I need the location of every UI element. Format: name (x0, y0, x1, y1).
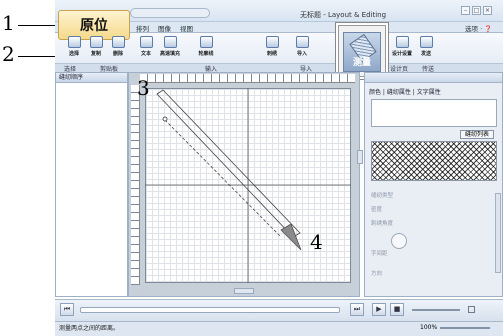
speed-slider[interactable] (412, 309, 460, 311)
measure-label: 测量 (352, 58, 371, 68)
ribbon-group-bar (55, 63, 503, 72)
select-tool[interactable]: 选择 (64, 36, 84, 60)
properties-panel: 颜色 | 缝纫属性 | 文字属性 缝纫列表 缝纫类型 密度 刺绣角度 字间距 方… (364, 72, 503, 297)
text-tool[interactable]: 文本 (136, 36, 156, 60)
stitch-slider[interactable] (80, 307, 340, 313)
vertical-ruler (131, 85, 140, 285)
stop-button[interactable]: ■ (390, 303, 404, 316)
copy-label: 复制 (90, 51, 101, 57)
send-tool[interactable]: 发送 (416, 36, 436, 60)
embroidery-label: 刺绣 (266, 51, 277, 57)
send-icon (419, 36, 433, 48)
tab-text-attributes[interactable]: 文字属性 (417, 89, 441, 96)
measure-arrow-head (280, 223, 302, 251)
property-angle: 刺绣角度 (371, 221, 394, 227)
import-label: 导入 (296, 51, 307, 57)
tab-sewing-attributes[interactable]: 缝纫属性 (387, 89, 411, 96)
fill-tool[interactable]: 高速填充 (160, 36, 180, 60)
outline-tool[interactable]: 轮廓线 (196, 36, 216, 60)
canvas-horizontal-scrollbar[interactable] (234, 288, 254, 294)
design-settings-tool[interactable]: 设计设置 (392, 36, 412, 60)
measure-band (156, 89, 301, 238)
design-settings-label: 设计设置 (392, 51, 413, 57)
options-link[interactable]: 选项 · ❓ (465, 23, 492, 33)
text-label: 文本 (140, 51, 151, 57)
outline-label: 轮廓线 (198, 51, 214, 57)
sewing-order-panel: 缝纫顺序 (55, 72, 128, 297)
horizontal-ruler (140, 74, 355, 83)
stitch-list-button[interactable]: 缝纫列表 (460, 130, 494, 139)
zoom-level: 100% (420, 324, 438, 331)
font-preview-box (371, 99, 497, 127)
measure-start-point[interactable] (162, 116, 168, 122)
copy-tool[interactable]: 复制 (86, 36, 106, 60)
sewing-order-title: 缝纫顺序 (56, 73, 127, 83)
delete-label: 删除 (112, 51, 123, 57)
measure-button[interactable]: 测量 (338, 25, 386, 77)
angle-dial[interactable] (391, 233, 407, 249)
fill-label: 高速填充 (160, 51, 181, 57)
minimize-button[interactable]: – (461, 6, 470, 15)
maximize-button[interactable]: □ (472, 6, 481, 15)
property-density: 密度 (371, 207, 383, 213)
tab-image[interactable]: 图像 (158, 23, 171, 33)
delete-tool[interactable]: 删除 (108, 36, 128, 60)
status-text: 测量两点之间的距离。 (59, 325, 120, 332)
outline-icon (199, 36, 213, 48)
property-direction: 方向 (371, 271, 383, 277)
stitch-pattern-preview (371, 141, 497, 181)
import-icon (295, 36, 309, 48)
step-end-button[interactable]: ⏭ (350, 303, 364, 316)
rewind-button[interactable]: ⏮ (60, 303, 74, 316)
canvas-vertical-scrollbar[interactable] (357, 150, 363, 164)
zoom-slider[interactable] (440, 327, 490, 329)
measure-dashed-line (164, 119, 281, 237)
tab-color[interactable]: 颜色 (369, 89, 381, 96)
design-settings-icon (395, 36, 409, 48)
properties-tabs[interactable]: 颜色 | 缝纫属性 | 文字属性 (369, 87, 441, 96)
play-button[interactable]: ▶ (372, 303, 386, 316)
delete-icon (111, 36, 125, 48)
tab-arrange[interactable]: 排列 (136, 23, 149, 33)
callout-4: 4 (310, 230, 323, 254)
import-tool[interactable]: 导入 (292, 36, 312, 60)
text-icon (139, 36, 153, 48)
close-button[interactable]: × (483, 6, 492, 15)
send-label: 发送 (420, 51, 431, 57)
copy-icon (89, 36, 103, 48)
window-title: 无标题 - Layout & Editing (300, 11, 387, 19)
measure-button-face: 测量 (343, 32, 381, 72)
embroidery-tool[interactable]: 刺绣 (262, 36, 282, 60)
callout-3: 3 (137, 76, 150, 100)
callout-2: 2 (2, 42, 15, 66)
property-spacing: 字间距 (371, 251, 388, 257)
properties-scrollbar[interactable] (495, 193, 501, 273)
properties-title (365, 73, 502, 83)
star-icon (265, 36, 279, 48)
callout-1-line (18, 25, 58, 26)
app-window: 1 2 无标题 - Layout & Editing – □ × 排列 图像 视… (0, 0, 503, 336)
callout-1: 1 (2, 11, 15, 35)
property-stitch-type: 缝纫类型 (371, 193, 394, 199)
quick-access-toolbar[interactable] (130, 8, 210, 18)
arrow-icon (67, 36, 81, 48)
fill-icon (163, 36, 177, 48)
select-label: 选择 (68, 51, 79, 57)
auto-checkbox[interactable] (468, 306, 475, 313)
tab-view[interactable]: 视图 (180, 23, 193, 33)
